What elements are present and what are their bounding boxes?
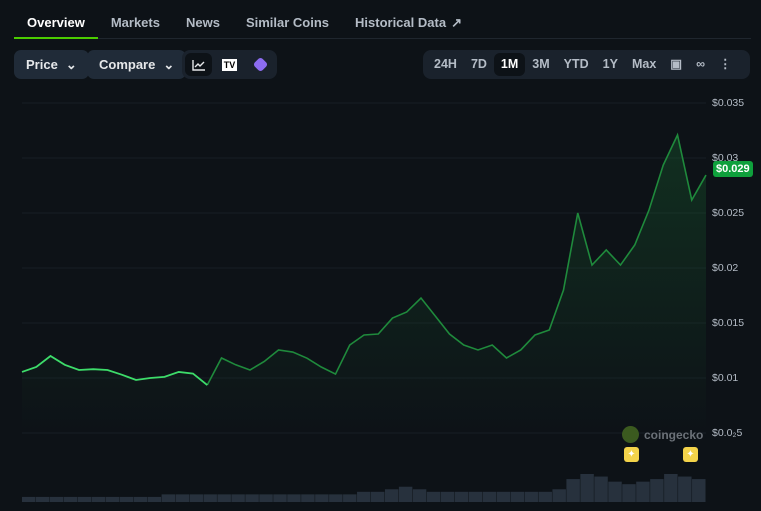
range-24h[interactable]: 24H [427,53,464,76]
compare-label: Compare [99,57,156,72]
volume-bar [161,494,176,502]
volume-bar [63,496,78,502]
coingecko-logo-icon [622,426,639,443]
y-tick-label: $0.02 [712,262,739,274]
volume-bar [384,489,399,502]
link-icon[interactable]: ∞ [689,53,712,76]
volume-bar [594,476,608,502]
volume-bar [315,494,329,502]
volume-bar [468,491,483,502]
price-chart[interactable] [0,85,761,511]
volume-bar [608,481,622,502]
tab-label: News [185,15,220,30]
y-tick-label: $0.01 [712,372,739,384]
y-tick-label: $0.015 [712,317,745,329]
price-area [22,135,706,433]
volume-bar [119,496,134,502]
volume-bar [343,494,357,502]
y-tick-label: $0.035 [712,97,745,109]
price-dropdown[interactable]: Price ⌄ [14,50,89,79]
volume-bar [496,491,511,502]
volume-bar [203,494,217,502]
range-3m[interactable]: 3M [525,53,556,76]
event-marker-icon[interactable]: ✦ [683,447,698,462]
volume-bar [329,494,343,502]
chart-type-group: TV [182,50,277,79]
volume-bar [412,489,427,502]
price-label: Price [26,57,58,72]
range-ytd[interactable]: YTD [557,53,596,76]
tab-label: Markets [110,15,160,30]
volume-bar [664,474,678,502]
watermark-text: coingecko [644,427,704,442]
external-link-icon: ↗ [451,15,462,30]
volume-bar [454,491,469,502]
tab-news[interactable]: News [173,0,233,39]
volume-bar [22,496,36,502]
event-marker-icon[interactable]: ✦ [624,447,639,462]
volume-bar [175,494,190,502]
volume-bar [105,496,120,502]
range-1y[interactable]: 1Y [596,53,625,76]
volume-bar [636,481,650,502]
tradingview-label: TV [221,58,238,71]
range-group: 24H 7D 1M 3M YTD 1Y Max ▣ ∞ ⋮ [423,50,750,79]
range-max[interactable]: Max [625,53,663,76]
volume-bar [370,491,385,502]
line-chart-icon[interactable] [185,53,212,76]
current-price-badge: $0.029 [713,161,753,177]
volume-bar [650,479,664,502]
volume-bar [580,474,594,502]
range-7d[interactable]: 7D [464,53,494,76]
tradingview-icon[interactable]: TV [216,53,243,76]
volume-bar [77,496,92,502]
tab-label: Overview [27,15,85,30]
volume-bar [566,479,580,502]
more-icon[interactable]: ⋮ [712,53,739,76]
tab-label: Similar Coins [245,15,330,30]
volume-bar [398,486,413,502]
volume-bar [357,491,371,502]
volume-bar [510,491,525,502]
y-tick-label: $0.025 [712,207,745,219]
range-1m[interactable]: 1M [493,53,526,76]
volume-bar [49,496,64,502]
volume-bar [301,494,315,502]
compare-dropdown[interactable]: Compare ⌄ [87,50,187,79]
volume-bar [524,491,538,502]
tab-markets[interactable]: Markets [98,0,173,39]
volume-bar [245,494,259,502]
volume-bar [231,494,245,502]
volume-bar [287,494,301,502]
volume-bar [259,494,273,502]
tab-historical-data[interactable]: Historical Data ↗ [342,0,475,39]
tab-bar: Overview Markets News Similar Coins Hist… [14,0,751,39]
tab-similar-coins[interactable]: Similar Coins [233,0,342,39]
tab-label: Historical Data [355,15,447,30]
chevron-down-icon: ⌄ [65,56,77,72]
volume-bar [482,491,497,502]
volume-bar [91,496,106,502]
volume-bar [552,489,566,502]
gem-icon[interactable] [247,53,274,76]
volume-bar [692,479,706,502]
volume-bar [35,496,50,502]
volume-bar [678,476,692,502]
volume-bar [426,491,441,502]
volume-bar [147,496,162,502]
volume-bar [273,494,287,502]
calendar-icon[interactable]: ▣ [663,53,689,76]
y-tick-label: $0.0₂5 [712,427,743,439]
volume-bar [189,494,203,502]
volume-bar [622,484,636,502]
volume-bar [217,494,231,502]
coingecko-watermark: coingecko [622,426,703,443]
tab-overview[interactable]: Overview [14,0,98,39]
volume-bar [440,491,455,502]
volume-bar [133,496,148,502]
chevron-down-icon: ⌄ [163,56,175,72]
volume-bar [538,491,552,502]
